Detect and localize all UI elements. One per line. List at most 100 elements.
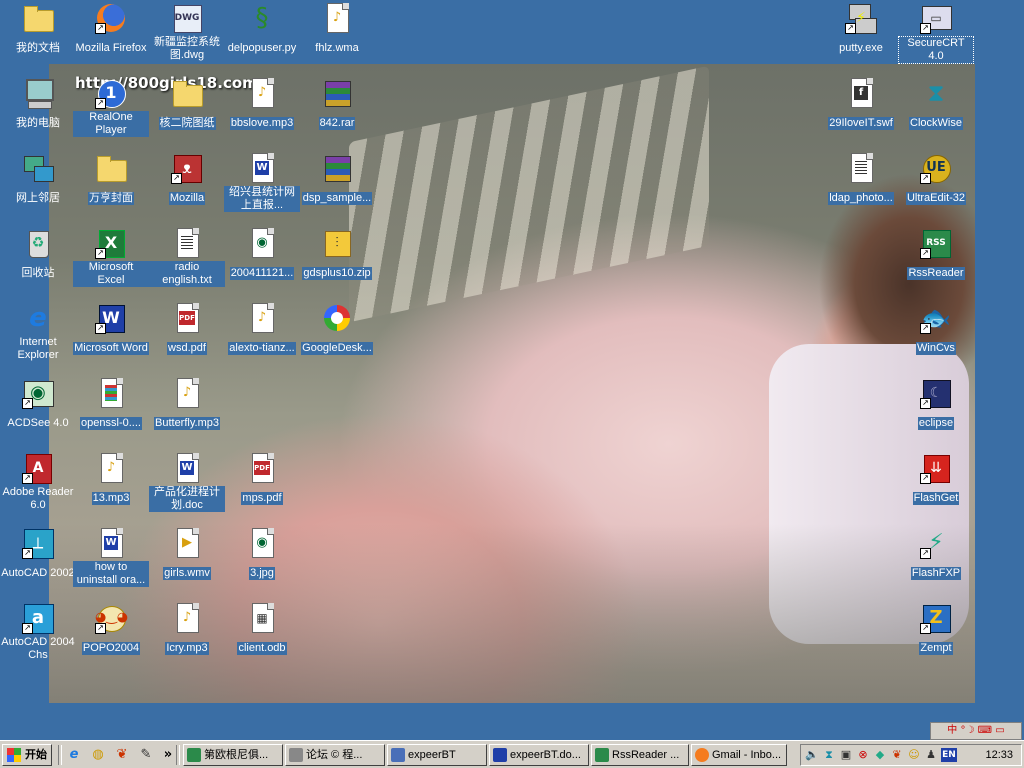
desktop-icon-3-jpg[interactable]: ◉ 3.jpg xyxy=(224,527,300,580)
archive-icon xyxy=(95,377,127,409)
video-file-icon: ▶ xyxy=(171,527,203,559)
taskbar-window-button[interactable]: 第欧根尼俱... xyxy=(183,744,283,766)
desktop-icon-network[interactable]: 网上邻居 xyxy=(0,152,76,205)
desktop-icon-mps-pdf[interactable]: PDF mps.pdf xyxy=(224,452,300,505)
acdsee-icon: ◉ ↗ xyxy=(22,377,54,409)
desktop-icon-recycle-bin[interactable]: ♻ 回收站 xyxy=(0,227,76,280)
update-tray-icon[interactable]: ◆ xyxy=(873,748,887,762)
image-file-icon: ◉ xyxy=(246,527,278,559)
desktop-icon-securecrt[interactable]: ▭ ↗ SecureCRT 4.0 xyxy=(898,2,974,64)
rss-icon: RSS ↗ xyxy=(920,227,952,259)
taskbar-window-button[interactable]: RssReader ... xyxy=(591,744,689,766)
fish-icon: 🐟 ↗ xyxy=(920,304,951,334)
penguin-tray-icon[interactable]: ♟ xyxy=(924,748,938,762)
volume-icon[interactable]: 🔈 xyxy=(805,748,819,762)
desktop-icon-flashget[interactable]: ⇊ ↗ FlashGet xyxy=(898,452,974,505)
desktop-icon-word[interactable]: W ↗ Microsoft Word xyxy=(73,302,149,355)
computer-icon xyxy=(22,77,54,109)
start-button[interactable]: 开始 xyxy=(2,744,52,766)
desktop-icon-rssreader[interactable]: RSS ↗ RssReader xyxy=(898,227,974,280)
pdf-file-icon: PDF xyxy=(246,452,278,484)
desktop-icon-internet-explorer[interactable]: e Internet Explorer xyxy=(0,302,76,362)
desktop-icon-chanpinhua-doc[interactable]: W 产品化进程计划.doc xyxy=(149,452,225,512)
desktop-icon-excel[interactable]: X ↗ Microsoft Excel xyxy=(73,227,149,287)
hourglass-tray-icon[interactable]: ⧗ xyxy=(822,748,836,762)
network-tray-icon[interactable]: ▣ xyxy=(839,748,853,762)
taskbar-window-button[interactable]: expeerBT.do... xyxy=(489,744,589,766)
desktop-icon-icry-mp3[interactable]: ♪ Icry.mp3 xyxy=(149,602,225,655)
desktop-icon-13-mp3[interactable]: ♪ 13.mp3 xyxy=(73,452,149,505)
desktop-icon-ldap-photo[interactable]: ldap_photo... xyxy=(823,152,899,205)
desktop-icon-client-odb[interactable]: ▦ client.odb xyxy=(224,602,300,655)
putty-icon: ⚡ ↗ xyxy=(845,2,877,34)
audio-file-icon: ♪ xyxy=(321,2,353,34)
desktop-icon-autocad-2004[interactable]: a ↗ AutoCAD 2004 Chs xyxy=(0,602,76,662)
desktop-icon-29iloveit-swf[interactable]: f 29IloveIT.swf xyxy=(823,77,899,130)
desktop-icon-autocad-2002[interactable]: ⟂ ↗ AutoCAD 2002 xyxy=(0,527,76,580)
audio-file-icon: ♪ xyxy=(171,602,203,634)
desktop-icon-delpopuser-py[interactable]: § delpopuser.py xyxy=(224,2,300,55)
desktop-icon-howto-doc[interactable]: W how to uninstall ora... xyxy=(73,527,149,587)
desktop-icon-alexto[interactable]: ♪ alexto-tianz... xyxy=(224,302,300,355)
messenger-tray-icon[interactable]: ☺ xyxy=(907,748,921,762)
ie-quicklaunch-icon[interactable]: e xyxy=(66,747,82,763)
desktop-icon-bbslove-mp3[interactable]: ♪ bbslove.mp3 xyxy=(224,77,300,130)
window-app-icon xyxy=(391,748,405,762)
desktop-icon-my-documents[interactable]: 我的文档 xyxy=(0,2,76,55)
desktop-icon-clockwise[interactable]: ⧗ ClockWise xyxy=(898,77,974,130)
language-bar[interactable]: 中 °☽ ⌨ ▭ xyxy=(930,722,1022,740)
desktop-icon-realone-player[interactable]: 1 ↗ RealOne Player xyxy=(73,77,149,137)
clock[interactable]: 12:33 xyxy=(985,748,1013,762)
text-file-icon xyxy=(171,227,203,259)
desktop-icon-842-rar[interactable]: 842.rar xyxy=(299,77,375,130)
desktop-icon-shaoxing-doc[interactable]: W 绍兴县统计网上直报... xyxy=(224,152,300,212)
qq-tray-icon[interactable]: ❦ xyxy=(890,748,904,762)
desktop-icon-flashfxp[interactable]: ⚡ ↗ FlashFXP xyxy=(898,527,974,580)
desktop-icon-xinjiang-dwg[interactable]: DWG 新疆监控系统图.dwg xyxy=(149,2,225,62)
audio-file-icon: ♪ xyxy=(95,452,127,484)
quicklaunch-overflow-chevron[interactable]: » xyxy=(160,747,176,763)
excel-icon: X ↗ xyxy=(95,227,127,259)
desktop-icon-fhlz-wma[interactable]: ♪ fhlz.wma xyxy=(299,2,375,55)
pdf-file-icon: PDF xyxy=(171,302,203,334)
taskbar-window-button[interactable]: expeerBT xyxy=(387,744,487,766)
taskbar-window-button[interactable]: Gmail - Inbo... xyxy=(691,744,787,766)
desktop-icon-wanheng-folder[interactable]: 万亨封面 xyxy=(73,152,149,205)
taskbar-separator xyxy=(176,745,180,765)
desktop-icon-putty[interactable]: ⚡ ↗ putty.exe xyxy=(823,2,899,55)
input-language-indicator[interactable]: EN xyxy=(941,748,957,762)
image-file-icon: ◉ xyxy=(246,227,278,259)
desktop-icon-openssl[interactable]: openssl-0.... xyxy=(73,377,149,430)
desktop-icon-girls-wmv[interactable]: ▶ girls.wmv xyxy=(149,527,225,580)
desktop-icon-my-computer[interactable]: 我的电脑 xyxy=(0,77,76,130)
desktop-icon-hezeyuan-folder[interactable]: 核二院图纸 xyxy=(149,77,225,130)
desktop-icon-butterfly-mp3[interactable]: ♪ Butterfly.mp3 xyxy=(149,377,225,430)
desktop-icon-zempt[interactable]: Z ↗ Zempt xyxy=(898,602,974,655)
media-quicklaunch-icon[interactable]: ◍ xyxy=(90,747,106,763)
desktop-icon-adobe-reader[interactable]: A ↗ Adobe Reader 6.0 xyxy=(0,452,76,512)
desktop-icon-200411-image[interactable]: ◉ 200411121... xyxy=(224,227,300,280)
archive-icon xyxy=(321,152,353,184)
desktop-icon-google-desktop[interactable]: GoogleDesk... xyxy=(299,302,375,355)
desktop-icon-acdsee[interactable]: ◉ ↗ ACDSee 4.0 xyxy=(0,377,76,430)
desktop-icon-radio-english[interactable]: radio english.txt xyxy=(149,227,225,287)
notepad-quicklaunch-icon[interactable]: ✎ xyxy=(138,747,154,763)
realone-icon: 1 ↗ xyxy=(95,77,127,109)
antivirus-tray-icon[interactable]: ⊗ xyxy=(856,748,870,762)
desktop[interactable]: http://800girls18.com 我的文档 我的电脑 网上邻居 ♻ 回… xyxy=(0,0,1024,740)
desktop-icon-gdsplus-zip[interactable]: ⫶ gdsplus10.zip xyxy=(299,227,375,280)
desktop-icon-dsp-sample[interactable]: dsp_sample... xyxy=(299,152,375,205)
window-app-icon xyxy=(595,748,609,762)
desktop-icon-wsd-pdf[interactable]: PDF wsd.pdf xyxy=(149,302,225,355)
ultraedit-icon: UE ↗ xyxy=(920,152,952,184)
taskbar-window-button[interactable]: 论坛 © 程... xyxy=(285,744,385,766)
desktop-icon-mozilla[interactable]: ᴥ ↗ Mozilla xyxy=(149,152,225,205)
popo-icon: ◕‿◕ ↗ xyxy=(95,602,128,634)
desktop-icon-eclipse[interactable]: ☾ ↗ eclipse xyxy=(898,377,974,430)
securecrt-icon: ▭ ↗ xyxy=(920,2,952,34)
desktop-icon-firefox[interactable]: ↗ Mozilla Firefox xyxy=(73,2,149,55)
desktop-icon-popo2004[interactable]: ◕‿◕ ↗ POPO2004 xyxy=(73,602,149,655)
desktop-icon-wincvs[interactable]: 🐟 ↗ WinCvs xyxy=(898,302,974,355)
desktop-icon-ultraedit[interactable]: UE ↗ UltraEdit-32 xyxy=(898,152,974,205)
qq-quicklaunch-icon[interactable]: ❦ xyxy=(114,747,130,763)
